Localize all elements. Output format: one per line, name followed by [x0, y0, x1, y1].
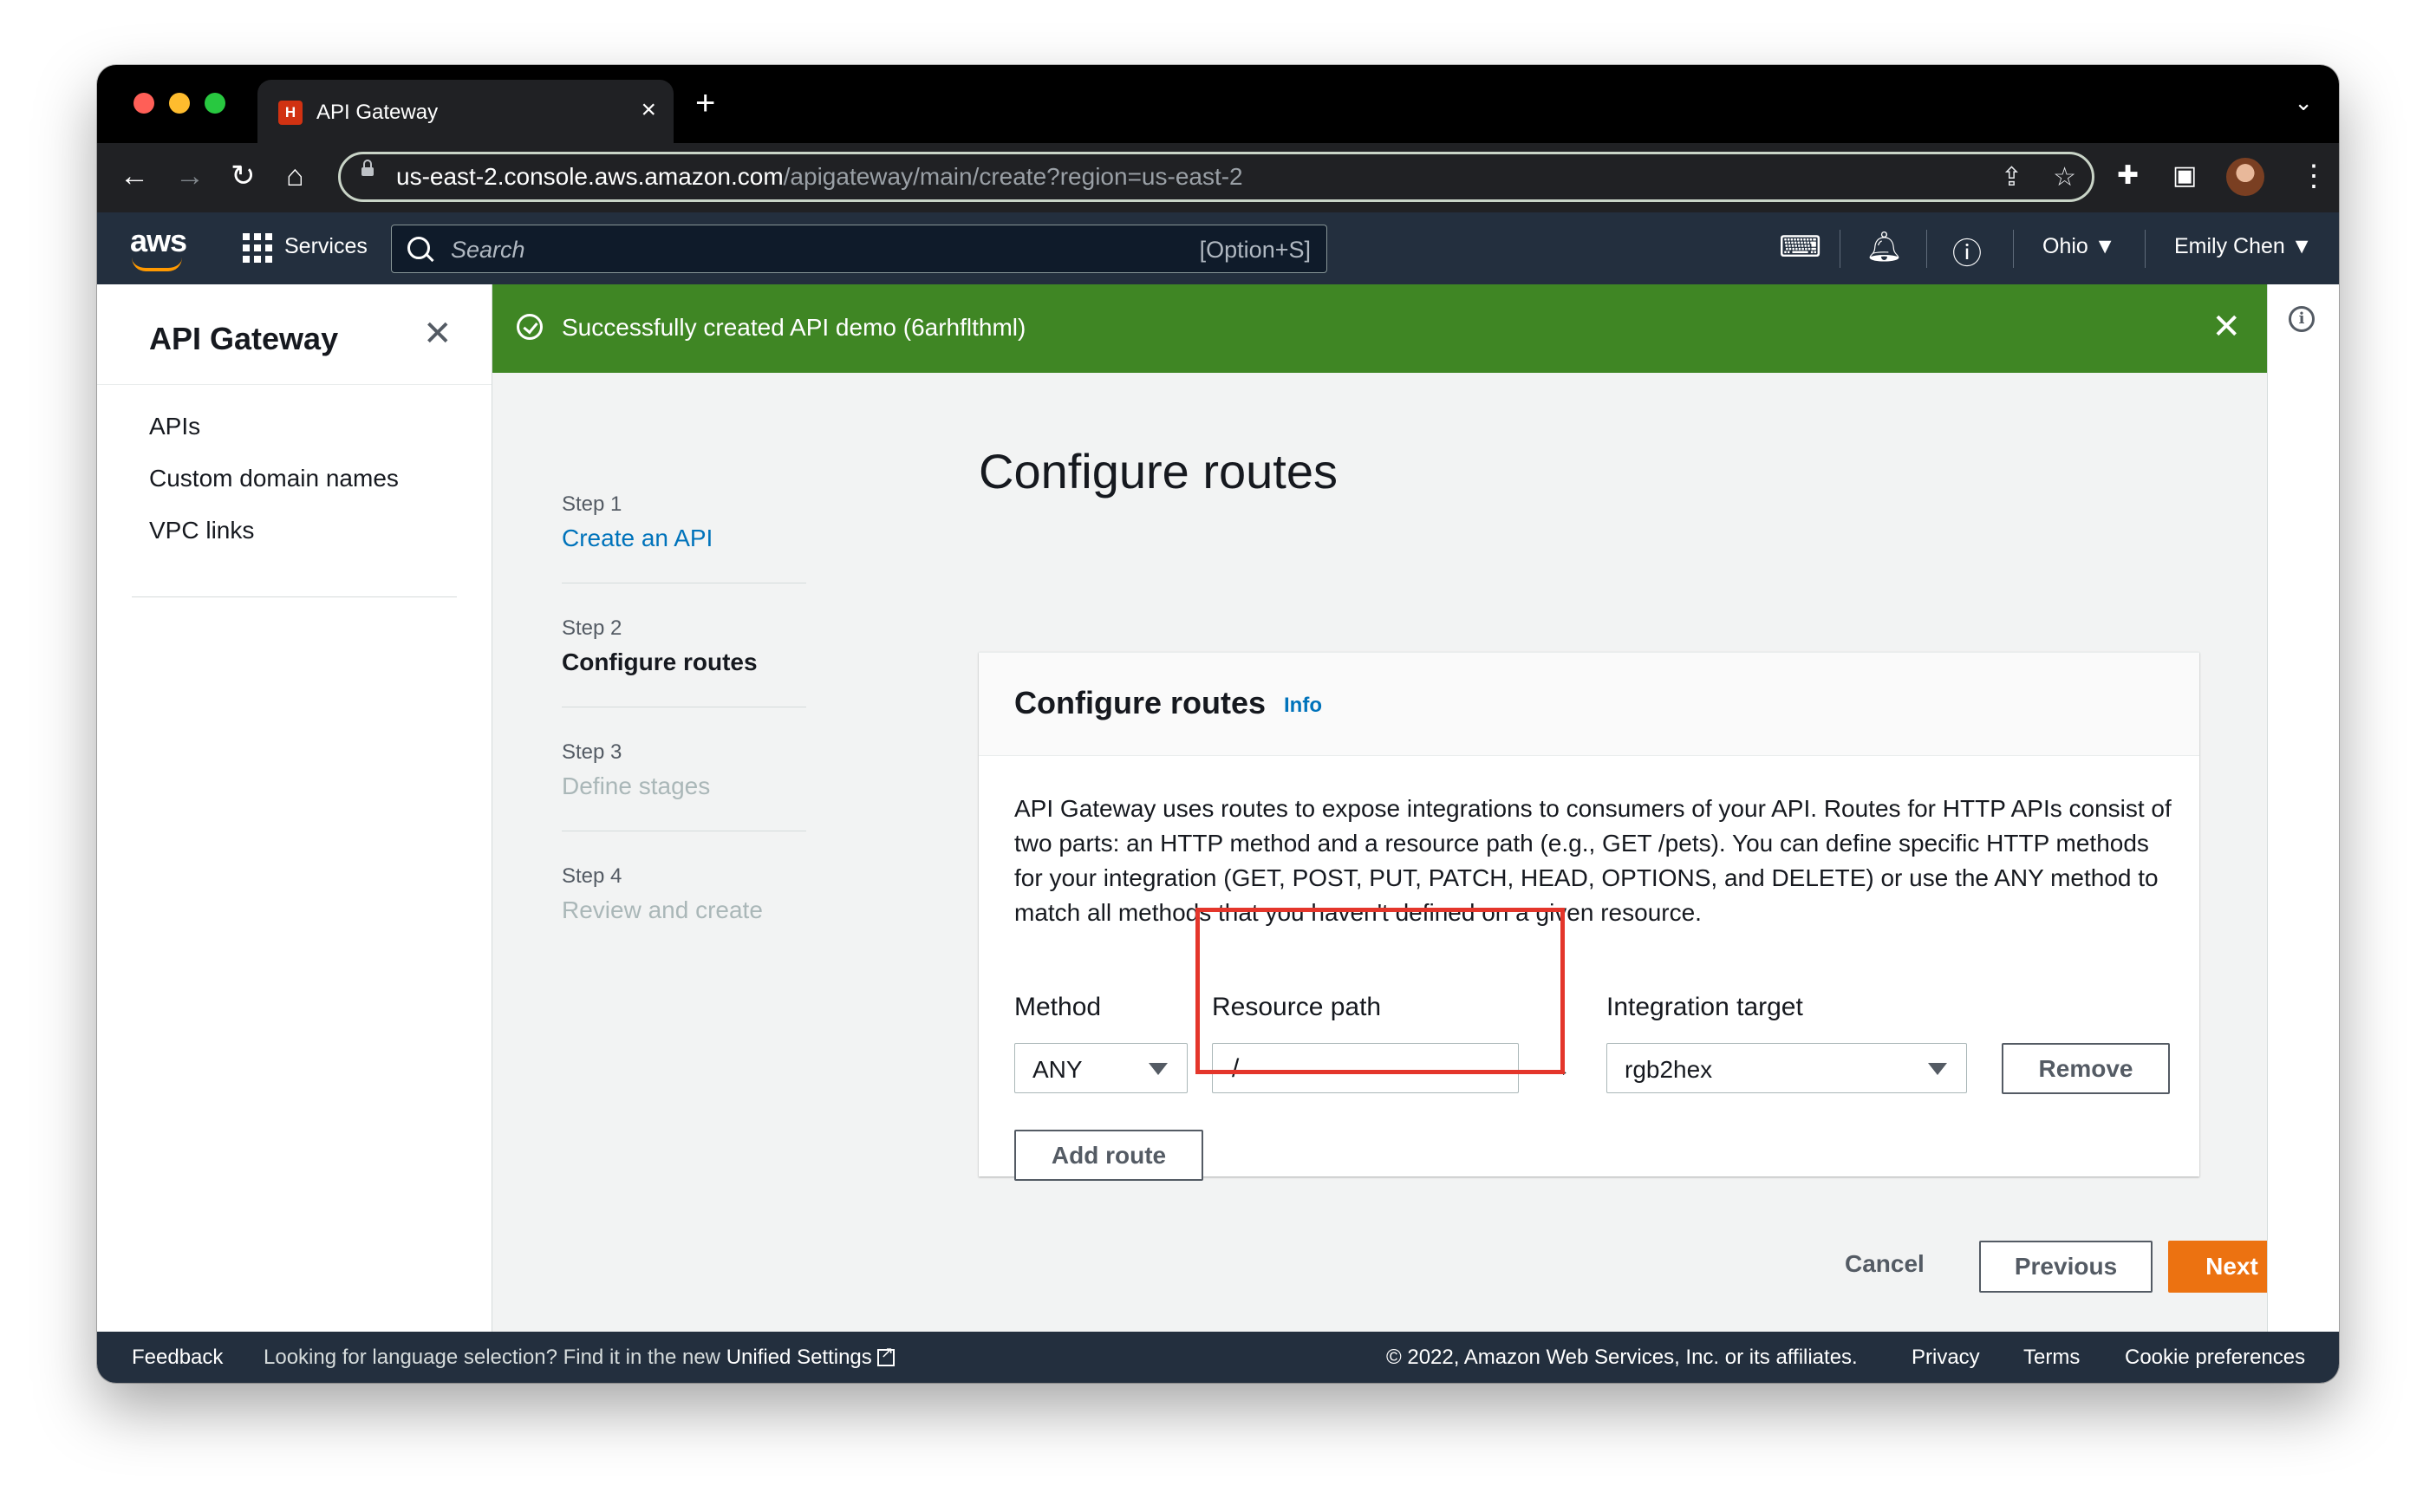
- feedback-link[interactable]: Feedback: [132, 1346, 223, 1370]
- previous-button[interactable]: Previous: [1979, 1241, 2153, 1293]
- close-window-button[interactable]: [134, 93, 154, 114]
- copyright-text: © 2022, Amazon Web Services, Inc. or its…: [1386, 1346, 1858, 1369]
- nav-divider: [1926, 230, 1927, 268]
- sidebar-item-custom-domain-names[interactable]: Custom domain names: [149, 465, 399, 492]
- main-content: Successfully created API demo (6arhflthm…: [492, 284, 2296, 1342]
- sidebar-item-apis[interactable]: APIs: [149, 413, 200, 440]
- step-1-link[interactable]: Create an API: [562, 525, 713, 552]
- cookie-preferences-link[interactable]: Cookie preferences: [2125, 1346, 2305, 1370]
- add-route-button[interactable]: Add route: [1014, 1130, 1203, 1181]
- url-text: us-east-2.console.aws.amazon.com/apigate…: [396, 163, 1243, 191]
- language-notice-text: Looking for language selection? Find it …: [264, 1346, 721, 1369]
- language-notice: Looking for language selection? Find it …: [264, 1344, 895, 1370]
- info-link[interactable]: Info: [1284, 694, 1322, 718]
- help-icon[interactable]: ⓘ: [1952, 230, 1982, 272]
- terms-link[interactable]: Terms: [2023, 1346, 2080, 1370]
- back-arrow-icon[interactable]: ←: [120, 159, 149, 193]
- forward-arrow-icon[interactable]: →: [175, 159, 205, 193]
- close-side-nav-icon[interactable]: ✕: [423, 314, 453, 354]
- url-path: /apigateway/main/create?region=us-east-2: [783, 163, 1243, 190]
- step-2-label: Step 2: [562, 616, 622, 640]
- reload-icon[interactable]: ↻: [231, 159, 256, 193]
- browser-menu-icon[interactable]: ⋮: [2299, 159, 2329, 193]
- region-selector[interactable]: Ohio ▼: [2042, 234, 2116, 259]
- method-label: Method: [1014, 993, 1102, 1021]
- cloudshell-icon[interactable]: ⌨: [1779, 230, 1821, 264]
- maximize-window-button[interactable]: [205, 93, 225, 114]
- page-title: Configure routes: [979, 444, 1338, 499]
- new-tab-icon[interactable]: +: [695, 86, 715, 121]
- container-header: Configure routes Info: [979, 653, 2199, 756]
- tab-close-icon[interactable]: ×: [641, 95, 656, 125]
- nav-divider: [2145, 230, 2146, 268]
- side-navigation: API Gateway ✕ APIs Custom domain names V…: [97, 284, 492, 1342]
- search-input[interactable]: Search [Option+S]: [391, 225, 1327, 273]
- routes-description: API Gateway uses routes to expose integr…: [1014, 795, 2172, 926]
- bookmark-star-icon[interactable]: ☆: [2053, 162, 2076, 192]
- search-placeholder: Search: [451, 237, 525, 263]
- integration-target-select[interactable]: rgb2hex: [1606, 1043, 1967, 1093]
- share-icon[interactable]: ⇪: [2001, 162, 2022, 192]
- step-3-label: Step 3: [562, 740, 622, 764]
- highlight-annotation-box: [1195, 908, 1565, 1074]
- nav-divider: [2013, 230, 2014, 268]
- browser-tab[interactable]: H API Gateway ×: [257, 80, 674, 143]
- notifications-bell-icon[interactable]: 🔔︎: [1866, 230, 1903, 264]
- address-bar[interactable]: us-east-2.console.aws.amazon.com/apigate…: [338, 152, 2094, 202]
- method-select[interactable]: ANY: [1014, 1043, 1188, 1093]
- home-icon[interactable]: ⌂: [286, 159, 304, 193]
- container-title: Configure routes: [1014, 685, 1267, 720]
- tab-strip: H API Gateway × + ⌄: [97, 65, 2339, 143]
- success-check-icon: [517, 314, 543, 340]
- side-nav-title: API Gateway: [149, 321, 339, 356]
- api-gateway-favicon-icon: H: [278, 101, 303, 125]
- step-2-current: Configure routes: [562, 648, 758, 675]
- privacy-link[interactable]: Privacy: [1912, 1346, 1980, 1370]
- side-panel-icon[interactable]: ▣: [2172, 159, 2197, 193]
- caret-down-icon: [1149, 1063, 1168, 1075]
- tab-title: API Gateway: [316, 101, 439, 124]
- integration-target-value: rgb2hex: [1625, 1056, 1713, 1083]
- remove-route-button[interactable]: Remove: [2002, 1043, 2170, 1094]
- step-4-disabled: Review and create: [562, 896, 763, 923]
- flash-message: Successfully created API demo (6arhflthm…: [562, 314, 1026, 341]
- step-1-label: Step 1: [562, 492, 622, 516]
- aws-logo[interactable]: aws: [130, 223, 187, 259]
- aws-logo-smile: [132, 257, 182, 271]
- configure-routes-container: Configure routes Info API Gateway uses r…: [979, 652, 2199, 1181]
- integration-target-label: Integration target: [1606, 993, 1803, 1021]
- profile-avatar[interactable]: [2226, 158, 2264, 196]
- caret-down-icon: [1928, 1063, 1947, 1075]
- url-host: us-east-2.console.aws.amazon.com: [396, 163, 784, 190]
- browser-window: H API Gateway × + ⌄ ← → ↻ ⌂ us-east-2.co…: [97, 65, 2339, 1383]
- unified-settings-link[interactable]: Unified Settings: [726, 1346, 872, 1369]
- divider: [97, 384, 492, 385]
- cancel-button[interactable]: Cancel: [1845, 1250, 1925, 1278]
- divider: [132, 596, 457, 597]
- search-icon: [407, 237, 430, 259]
- account-menu[interactable]: Emily Chen ▼: [2174, 234, 2313, 259]
- dismiss-flash-icon[interactable]: ✕: [2211, 307, 2241, 347]
- services-menu[interactable]: Services: [284, 234, 368, 259]
- console-footer: Feedback Looking for language selection?…: [97, 1332, 2339, 1383]
- tools-panel-rail: i: [2267, 284, 2339, 1342]
- method-value: ANY: [1032, 1056, 1083, 1083]
- services-grid-icon[interactable]: [243, 233, 272, 263]
- extensions-puzzle-icon[interactable]: ✚: [2117, 159, 2139, 193]
- success-flash-banner: Successfully created API demo (6arhflthm…: [492, 284, 2267, 373]
- step-3-disabled: Define stages: [562, 772, 711, 799]
- aws-top-nav: aws Services Search [Option+S] ⌨ 🔔︎ ⓘ Oh…: [97, 212, 2339, 284]
- external-link-icon: [876, 1344, 895, 1366]
- minimize-window-button[interactable]: [169, 93, 190, 114]
- browser-toolbar: ← → ↻ ⌂ us-east-2.console.aws.amazon.com…: [97, 143, 2339, 212]
- info-panel-icon[interactable]: i: [2289, 306, 2315, 332]
- step-4-label: Step 4: [562, 864, 622, 888]
- search-shortcut: [Option+S]: [1199, 237, 1311, 263]
- sidebar-item-vpc-links[interactable]: VPC links: [149, 517, 254, 544]
- lock-icon: [361, 160, 374, 176]
- tab-search-chevron-icon[interactable]: ⌄: [2294, 89, 2313, 116]
